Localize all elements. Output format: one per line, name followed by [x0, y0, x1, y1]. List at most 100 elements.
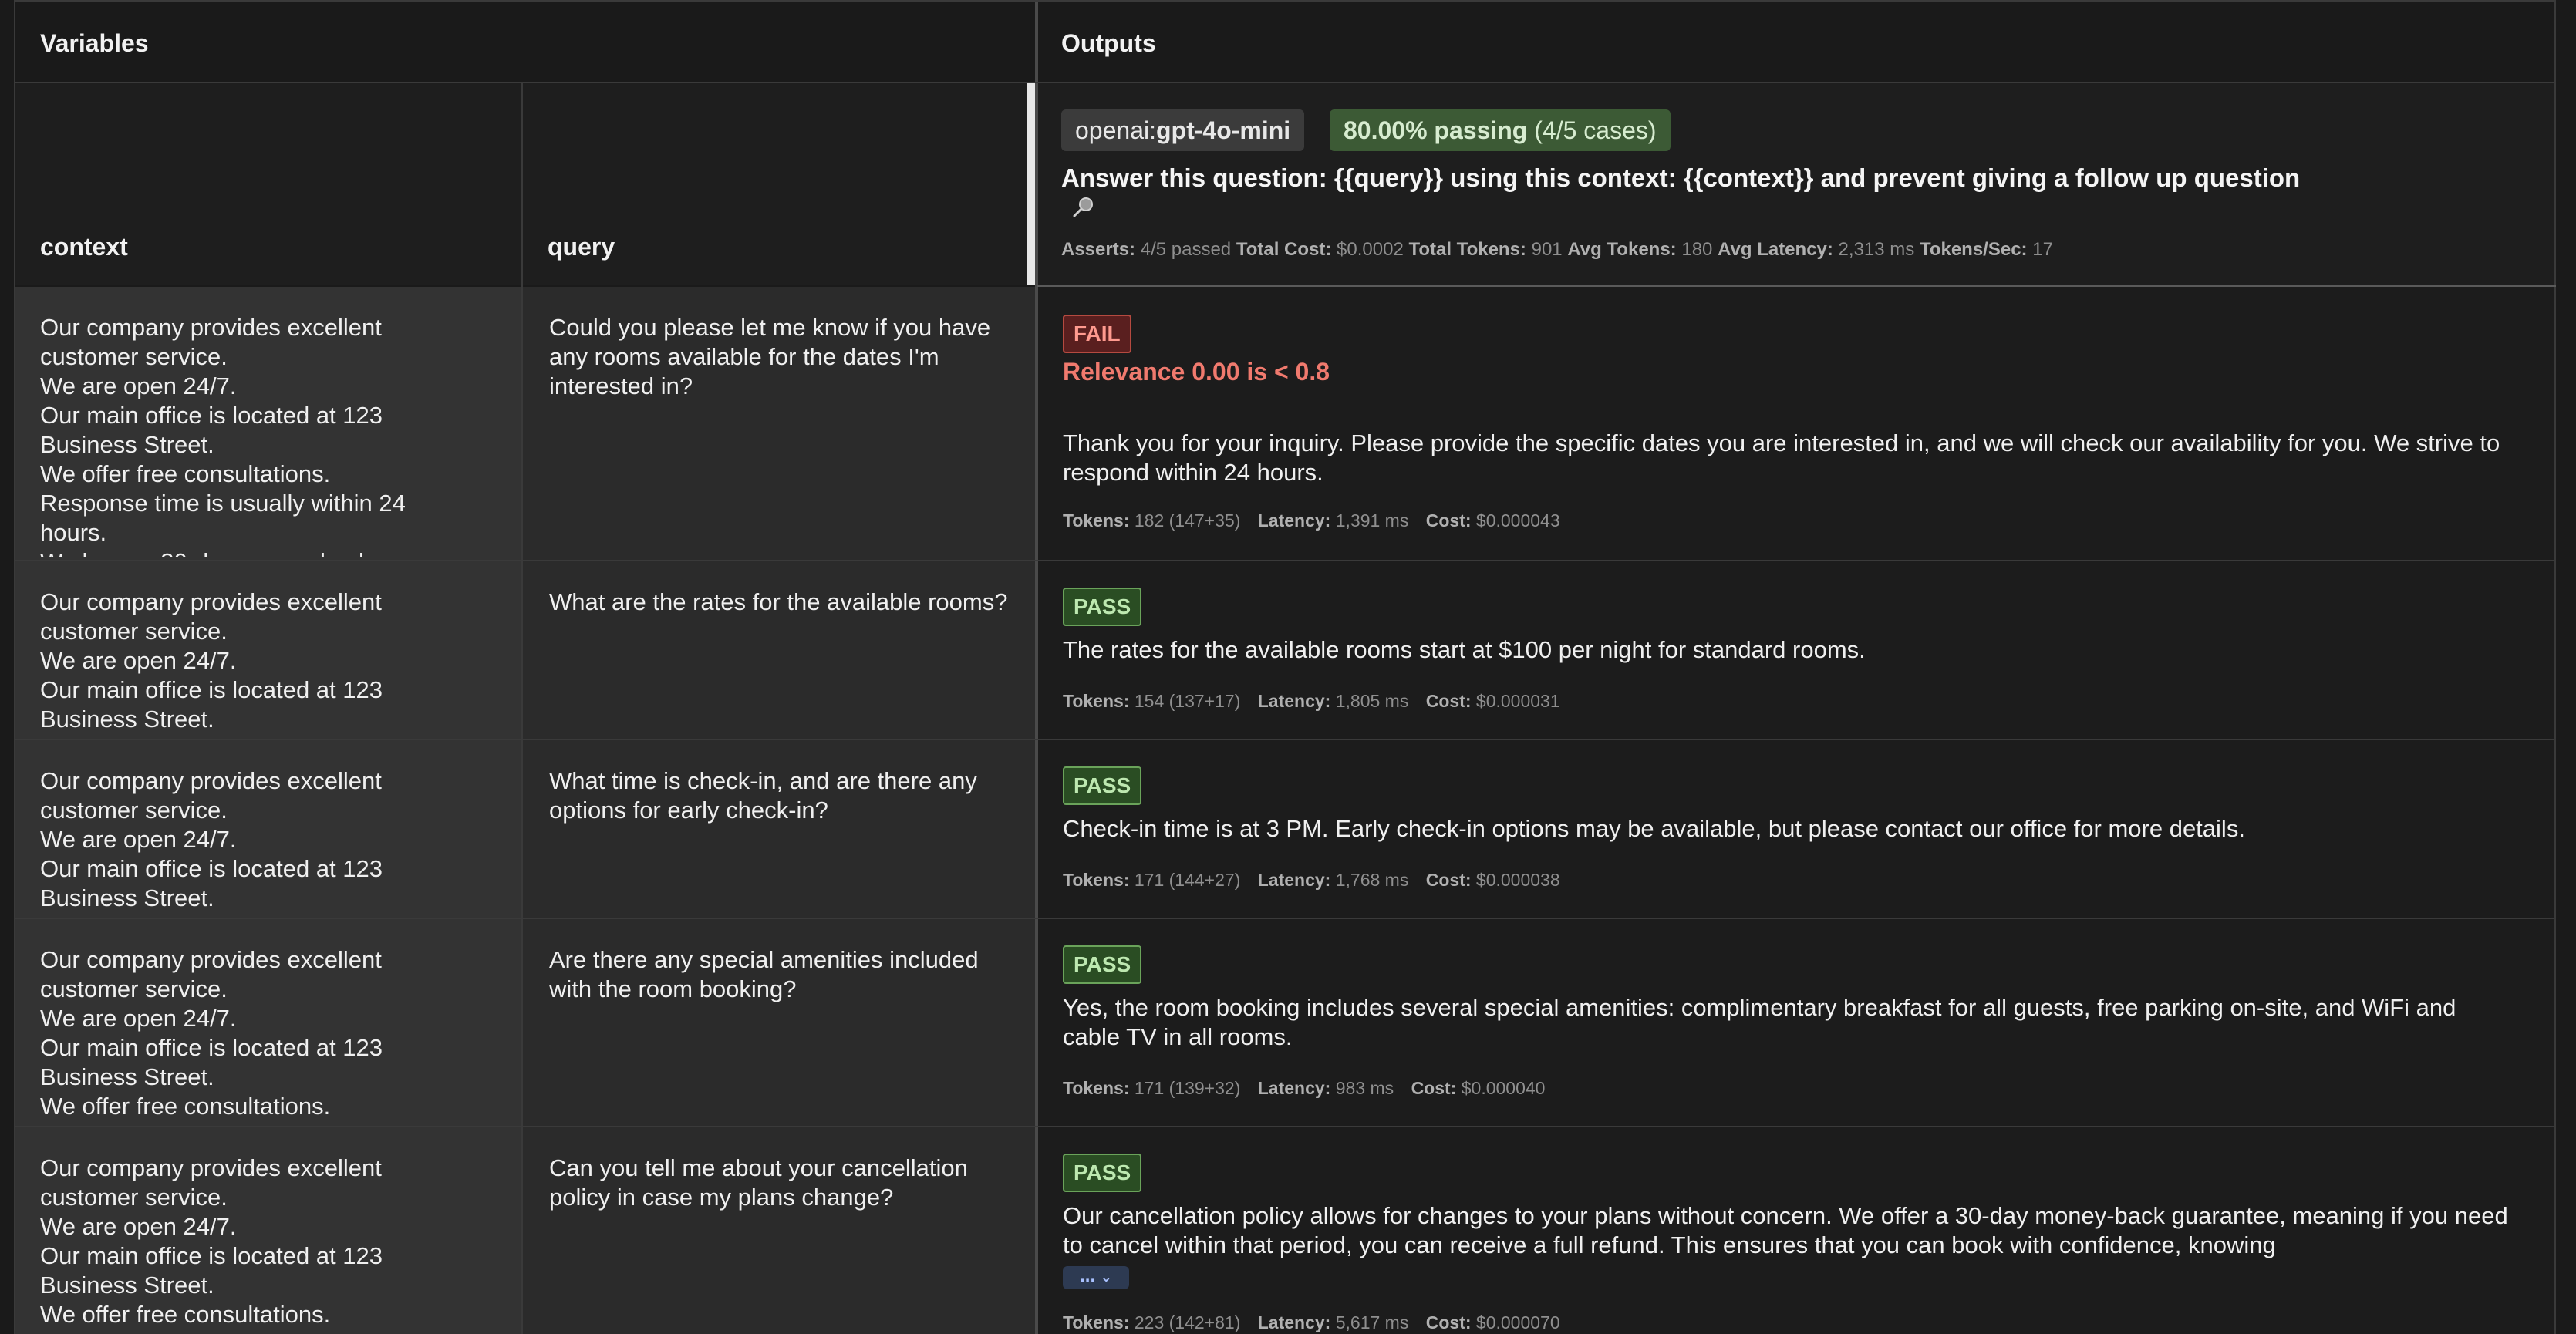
- avg-tokens-value: 180: [1681, 239, 1713, 260]
- tokens-value: 171 (139+32): [1134, 1078, 1241, 1098]
- answer-text: Check-in time is at 3 PM. Early check-in…: [1063, 815, 2245, 842]
- tokens-value: 223 (142+81): [1134, 1312, 1241, 1332]
- prompt-text: Answer this question: {{query}} using th…: [1061, 163, 2301, 192]
- latency-label: Latency:: [1257, 510, 1331, 531]
- fail-reason: Relevance 0.00 is < 0.8: [1063, 358, 1330, 386]
- divider: [14, 918, 2556, 919]
- output-cell[interactable]: PASS Yes, the room booking includes seve…: [1037, 919, 2556, 1126]
- chevron-down-icon: ⌄: [1100, 1269, 1112, 1285]
- answer-text: Yes, the room booking includes several s…: [1063, 994, 2456, 1050]
- context-cell[interactable]: Our company provides excellent customer s…: [14, 740, 521, 918]
- total-tokens-value: 901: [1531, 239, 1563, 260]
- latency-value: 1,391 ms: [1335, 510, 1409, 531]
- query-cell[interactable]: What are the rates for the available roo…: [523, 561, 1035, 739]
- tokens-value: 182 (147+35): [1134, 510, 1241, 531]
- divider: [14, 739, 2556, 740]
- tokens-label: Tokens:: [1063, 870, 1130, 890]
- query-text: Could you please let me know if you have…: [549, 314, 991, 399]
- passing-cases: (4/5 cases): [1534, 116, 1657, 144]
- tokens-label: Tokens:: [1063, 1078, 1130, 1098]
- latency-label: Latency:: [1257, 1312, 1331, 1332]
- row-stats: Tokens: 171 (144+27) Latency: 1,768 ms C…: [1063, 870, 1560, 891]
- avg-latency-label: Avg Latency:: [1718, 239, 1833, 260]
- tokens-value: 171 (144+27): [1134, 870, 1241, 890]
- tokens-label: Tokens:: [1063, 510, 1130, 531]
- context-cell[interactable]: Our company provides excellent customer s…: [14, 561, 521, 739]
- output-cell[interactable]: FAIL Relevance 0.00 is < 0.8 Thank you f…: [1037, 287, 2556, 560]
- context-text: Our company provides excellent customer s…: [40, 946, 383, 1120]
- row-stats: Tokens: 182 (147+35) Latency: 1,391 ms C…: [1063, 510, 1560, 531]
- provider-pill: openai:gpt-4o-mini: [1061, 109, 1305, 151]
- variables-header-label: Variables: [40, 29, 149, 57]
- tokens-per-sec-label: Tokens/Sec:: [1919, 239, 2028, 260]
- outputs-header-label: Outputs: [1061, 29, 1156, 57]
- status-badge: PASS: [1063, 766, 1142, 805]
- divider: [14, 0, 2556, 2]
- tokens-label: Tokens:: [1063, 1312, 1130, 1332]
- query-cell[interactable]: Are there any special amenities included…: [523, 919, 1035, 1126]
- divider: [14, 1126, 2556, 1127]
- query-text: What time is check-in, and are there any…: [549, 767, 977, 824]
- status-badge: FAIL: [1063, 315, 1131, 353]
- summary-stats: Asserts: 4/5 passed Total Cost: $0.0002 …: [1061, 239, 2053, 261]
- divider: [1037, 285, 2556, 287]
- asserts-label: Asserts:: [1061, 239, 1136, 260]
- context-cell[interactable]: Our company provides excellent customer s…: [14, 919, 521, 1126]
- asserts-value: 4/5 passed: [1140, 239, 1232, 260]
- context-text: Our company provides excellent customer s…: [40, 314, 406, 557]
- query-text: Can you tell me about your cancellation …: [549, 1154, 968, 1211]
- latency-label: Latency:: [1257, 870, 1331, 890]
- row-stats: Tokens: 154 (137+17) Latency: 1,805 ms C…: [1063, 691, 1560, 712]
- provider-model: gpt-4o-mini: [1155, 116, 1291, 144]
- context-cell[interactable]: Our company provides excellent customer s…: [14, 287, 521, 560]
- divider: [1035, 0, 1038, 1334]
- context-text: Our company provides excellent customer s…: [40, 1154, 383, 1328]
- output-cell[interactable]: PASS Our cancellation policy allows for …: [1037, 1127, 2556, 1334]
- tokens-label: Tokens:: [1063, 691, 1130, 711]
- query-cell[interactable]: Can you tell me about your cancellation …: [523, 1127, 1035, 1334]
- row-stats: Tokens: 171 (139+32) Latency: 983 ms Cos…: [1063, 1078, 1545, 1099]
- variables-header: [14, 0, 1035, 82]
- cost-label: Cost:: [1425, 870, 1472, 890]
- cost-value: $0.000038: [1475, 870, 1560, 890]
- tokens-per-sec-value: 17: [2032, 239, 2053, 260]
- query-text: What are the rates for the available roo…: [549, 588, 1008, 615]
- latency-label: Latency:: [1257, 691, 1331, 711]
- query-column-label: query: [548, 233, 615, 261]
- latency-value: 5,617 ms: [1335, 1312, 1409, 1332]
- context-text: Our company provides excellent customer s…: [40, 767, 383, 911]
- row-stats: Tokens: 223 (142+81) Latency: 5,617 ms C…: [1063, 1312, 1560, 1333]
- passing-percent: 80.00% passing: [1344, 116, 1528, 144]
- latency-value: 1,805 ms: [1335, 691, 1409, 711]
- context-column-label: context: [40, 233, 128, 261]
- status-badge: PASS: [1063, 1154, 1142, 1192]
- answer-text: Our cancellation policy allows for chang…: [1063, 1202, 2508, 1258]
- cost-label: Cost:: [1425, 691, 1472, 711]
- avg-latency-value: 2,313 ms: [1838, 239, 1915, 260]
- passing-badge: 80.00% passing (4/5 cases): [1330, 109, 1671, 151]
- divider: [521, 83, 523, 1334]
- answer-text: Thank you for your inquiry. Please provi…: [1063, 430, 2500, 486]
- divider: [14, 0, 15, 1334]
- cost-label: Cost:: [1425, 1312, 1472, 1332]
- results-table: Variables Outputs context query openai:g…: [14, 0, 2556, 1334]
- query-text: Are there any special amenities included…: [549, 946, 979, 1002]
- latency-value: 983 ms: [1335, 1078, 1394, 1098]
- provider-prefix: openai:: [1075, 116, 1156, 144]
- context-text: Our company provides excellent customer s…: [40, 588, 383, 733]
- query-cell[interactable]: Could you please let me know if you have…: [523, 287, 1035, 560]
- tokens-value: 154 (137+17): [1134, 691, 1241, 711]
- expand-more-button[interactable]: ... ⌄: [1063, 1266, 1129, 1289]
- output-cell[interactable]: PASS The rates for the available rooms s…: [1037, 561, 2556, 739]
- answer-text: The rates for the available rooms start …: [1063, 636, 1866, 663]
- total-cost-value: $0.0002: [1337, 239, 1404, 260]
- divider: [2554, 0, 2556, 1334]
- cost-label: Cost:: [1425, 510, 1472, 531]
- query-cell[interactable]: What time is check-in, and are there any…: [523, 740, 1035, 918]
- cost-value: $0.000040: [1461, 1078, 1546, 1098]
- context-cell[interactable]: Our company provides excellent customer s…: [14, 1127, 521, 1334]
- cost-value: $0.000043: [1475, 510, 1560, 531]
- magnifier-icon[interactable]: [1072, 196, 1095, 219]
- output-cell[interactable]: PASS Check-in time is at 3 PM. Early che…: [1037, 740, 2556, 918]
- total-tokens-label: Total Tokens:: [1408, 239, 1526, 260]
